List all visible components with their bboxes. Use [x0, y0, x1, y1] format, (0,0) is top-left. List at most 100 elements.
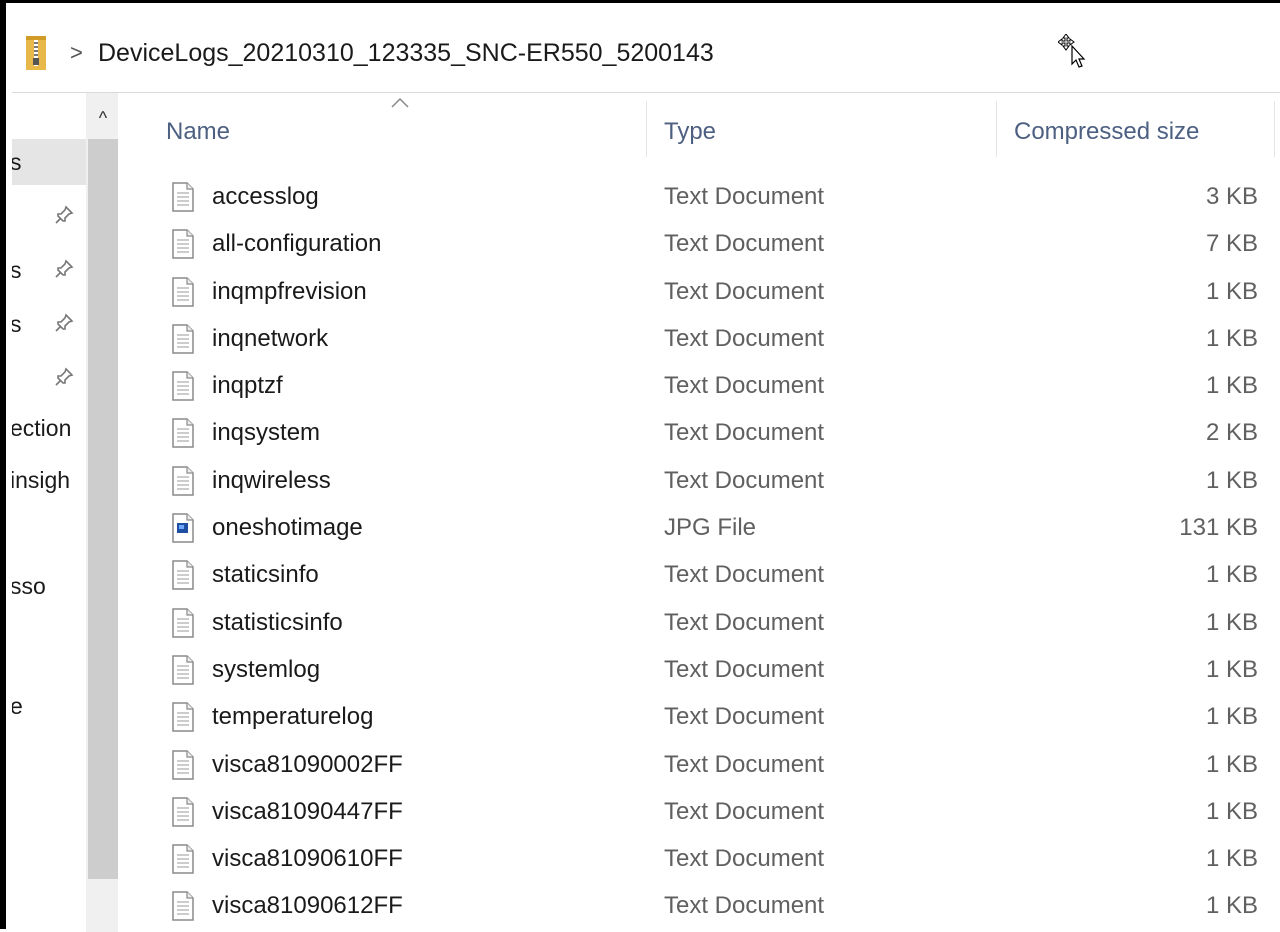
nav-scrollbar[interactable]: ^	[86, 93, 118, 932]
file-row[interactable]: visca81090610FF Text Document 1 KB	[118, 836, 1280, 883]
nav-item-1[interactable]: s	[12, 139, 86, 185]
pin-icon	[55, 259, 74, 278]
nav-item-label: s	[12, 149, 22, 175]
file-type: Text Document	[664, 466, 825, 494]
file-size: 1 KB	[1205, 655, 1258, 683]
nav-item-2[interactable]	[12, 193, 86, 239]
file-row[interactable]: inqwireless Text Document 1 KB	[118, 458, 1280, 505]
nav-item-label: ection	[12, 415, 72, 441]
file-name: temperaturelog	[212, 703, 374, 731]
text-file-icon	[172, 466, 194, 496]
text-file-icon	[172, 560, 194, 591]
file-row[interactable]: visca81090002FF Text Document 1 KB	[118, 742, 1280, 789]
breadcrumb-separator[interactable]: >	[70, 38, 83, 68]
file-row[interactable]: all-configuration Text Document 7 KB	[118, 221, 1280, 268]
nav-item-8[interactable]: sso	[12, 563, 86, 609]
text-file-icon	[172, 655, 194, 685]
file-size: 3 KB	[1205, 183, 1258, 210]
text-file-icon	[172, 749, 194, 780]
file-type: Text Document	[664, 655, 825, 683]
file-row[interactable]: inqsystem Text Document 2 KB	[118, 410, 1280, 457]
navigation-pane: s s s ection insigh sso e ^	[12, 93, 118, 932]
file-name: oneshotimage	[212, 514, 363, 542]
file-name: staticsinfo	[212, 561, 319, 589]
file-name: visca81090447FF	[212, 797, 403, 825]
zip-folder-icon	[26, 36, 46, 70]
nav-item-3[interactable]: s	[12, 247, 86, 293]
column-divider[interactable]	[1274, 101, 1275, 157]
file-type: Text Document	[664, 419, 825, 447]
file-row[interactable]: systemlog Text Document 1 KB	[118, 647, 1280, 694]
nav-item-6[interactable]: ection	[12, 405, 86, 451]
column-divider[interactable]	[996, 101, 997, 157]
file-name: inqptzf	[212, 372, 283, 400]
file-size: 1 KB	[1205, 608, 1258, 636]
file-row[interactable]: accesslog Text Document 3 KB	[118, 174, 1280, 221]
file-list: accesslog Text Document 3 KB all-configurat…	[118, 174, 1280, 931]
nav-item-9[interactable]: e	[12, 683, 86, 729]
column-header-type[interactable]: Type	[664, 117, 716, 147]
scroll-thumb[interactable]	[88, 139, 118, 879]
file-type: Text Document	[664, 561, 825, 589]
nav-item-7[interactable]: insigh	[12, 457, 86, 503]
file-name: all-configuration	[212, 230, 382, 258]
file-name: statisticsinfo	[212, 608, 343, 636]
file-name: visca81090610FF	[212, 845, 403, 873]
file-type: Text Document	[664, 845, 825, 873]
pin-icon	[55, 313, 74, 332]
file-type: Text Document	[664, 750, 825, 778]
pin-icon	[55, 367, 74, 386]
text-file-icon	[172, 607, 194, 638]
file-type: Text Document	[664, 797, 825, 825]
file-type: Text Document	[664, 324, 825, 352]
file-type: Text Document	[664, 372, 825, 400]
file-row[interactable]: staticsinfo Text Document 1 KB	[118, 552, 1280, 599]
file-row[interactable]: inqnetwork Text Document 1 KB	[118, 316, 1280, 363]
text-file-icon	[172, 418, 194, 449]
text-file-icon	[172, 891, 194, 922]
file-row[interactable]: visca81090612FF Text Document 1 KB	[118, 883, 1280, 930]
file-type: Text Document	[664, 703, 825, 731]
nav-item-4[interactable]: s	[12, 301, 86, 347]
file-size: 7 KB	[1205, 230, 1258, 258]
scroll-up-button[interactable]: ^	[86, 101, 118, 135]
text-file-icon	[172, 844, 194, 874]
nav-item-label: s	[12, 257, 22, 283]
nav-item-label: s	[12, 311, 22, 337]
file-name: inqwireless	[212, 466, 331, 494]
file-row[interactable]: inqptzf Text Document 1 KB	[118, 363, 1280, 410]
pin-icon	[55, 205, 74, 224]
file-name: inqnetwork	[212, 324, 329, 352]
text-file-icon	[172, 324, 194, 354]
file-name: inqsystem	[212, 419, 321, 447]
nav-item-5[interactable]	[12, 355, 86, 401]
image-file-icon	[172, 513, 194, 543]
file-row[interactable]: statisticsinfo Text Document 1 KB	[118, 600, 1280, 647]
column-divider[interactable]	[646, 101, 647, 157]
explorer-window: > DeviceLogs_20210310_123335_SNC-ER550_5…	[0, 0, 1280, 932]
file-size: 1 KB	[1205, 892, 1258, 920]
column-header-compressed-size[interactable]: Compressed size	[1014, 117, 1199, 147]
file-type: Text Document	[664, 608, 825, 636]
file-name: visca81090612FF	[212, 892, 403, 920]
file-size: 2 KB	[1205, 419, 1258, 447]
breadcrumb-path[interactable]: DeviceLogs_20210310_123335_SNC-ER550_520…	[98, 38, 714, 68]
file-row[interactable]: inqmpfrevision Text Document 1 KB	[118, 269, 1280, 316]
text-file-icon	[172, 229, 194, 260]
nav-item-label: sso	[12, 573, 46, 599]
file-name: accesslog	[212, 183, 319, 210]
file-type: Text Document	[664, 892, 825, 920]
text-file-icon	[172, 371, 194, 401]
file-size: 1 KB	[1205, 324, 1258, 352]
file-row[interactable]: visca81090447FF Text Document 1 KB	[118, 789, 1280, 836]
file-row[interactable]: temperaturelog Text Document 1 KB	[118, 694, 1280, 741]
file-size: 1 KB	[1205, 277, 1258, 305]
column-headers: Name Type Compressed size	[118, 93, 1280, 163]
column-header-name[interactable]: Name	[166, 117, 230, 147]
address-bar[interactable]: > DeviceLogs_20210310_123335_SNC-ER550_5…	[12, 6, 1280, 93]
file-name: inqmpfrevision	[212, 277, 367, 305]
nav-item-label: insigh	[12, 467, 71, 493]
file-type: Text Document	[664, 277, 825, 305]
file-size: 1 KB	[1205, 845, 1258, 873]
file-row[interactable]: oneshotimage JPG File 131 KB	[118, 505, 1280, 552]
